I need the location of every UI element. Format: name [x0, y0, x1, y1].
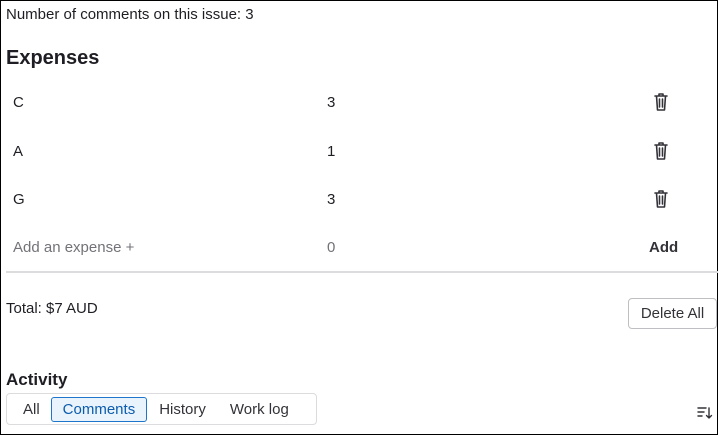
tab-comments[interactable]: Comments: [50, 396, 148, 422]
app-frame: Number of comments on this issue: 3 Expe…: [0, 0, 718, 435]
expense-name[interactable]: C: [13, 94, 24, 111]
activity-title: Activity: [6, 370, 68, 389]
expenses-title: Expenses: [6, 47, 100, 69]
sort-lowest-icon[interactable]: [697, 406, 713, 420]
delete-all-button[interactable]: Delete All: [628, 298, 717, 329]
new-expense-row: Add an expense + 0 Add: [6, 232, 706, 264]
expense-row: G 3: [6, 184, 706, 216]
expense-amount[interactable]: 3: [327, 94, 335, 111]
new-expense-amount-input[interactable]: 0: [327, 239, 335, 256]
tab-work-log[interactable]: Work log: [218, 397, 301, 422]
comments-count: Number of comments on this issue: 3: [6, 6, 254, 23]
total-label: Total: $7 AUD: [6, 300, 98, 317]
activity-tabs: All Comments History Work log: [6, 393, 317, 425]
divider: [6, 271, 718, 273]
tab-all[interactable]: All: [10, 397, 51, 422]
expense-name[interactable]: A: [13, 143, 23, 160]
trash-icon[interactable]: [652, 188, 670, 210]
expense-amount[interactable]: 3: [327, 191, 335, 208]
new-expense-name-input[interactable]: Add an expense +: [13, 239, 134, 256]
trash-icon[interactable]: [652, 91, 670, 113]
expense-name[interactable]: G: [13, 191, 25, 208]
expense-amount[interactable]: 1: [327, 143, 335, 160]
expense-row: A 1: [6, 136, 706, 168]
tab-history[interactable]: History: [147, 397, 218, 422]
add-expense-button[interactable]: Add: [649, 239, 678, 256]
expense-row: C 3: [6, 87, 706, 119]
trash-icon[interactable]: [652, 140, 670, 162]
